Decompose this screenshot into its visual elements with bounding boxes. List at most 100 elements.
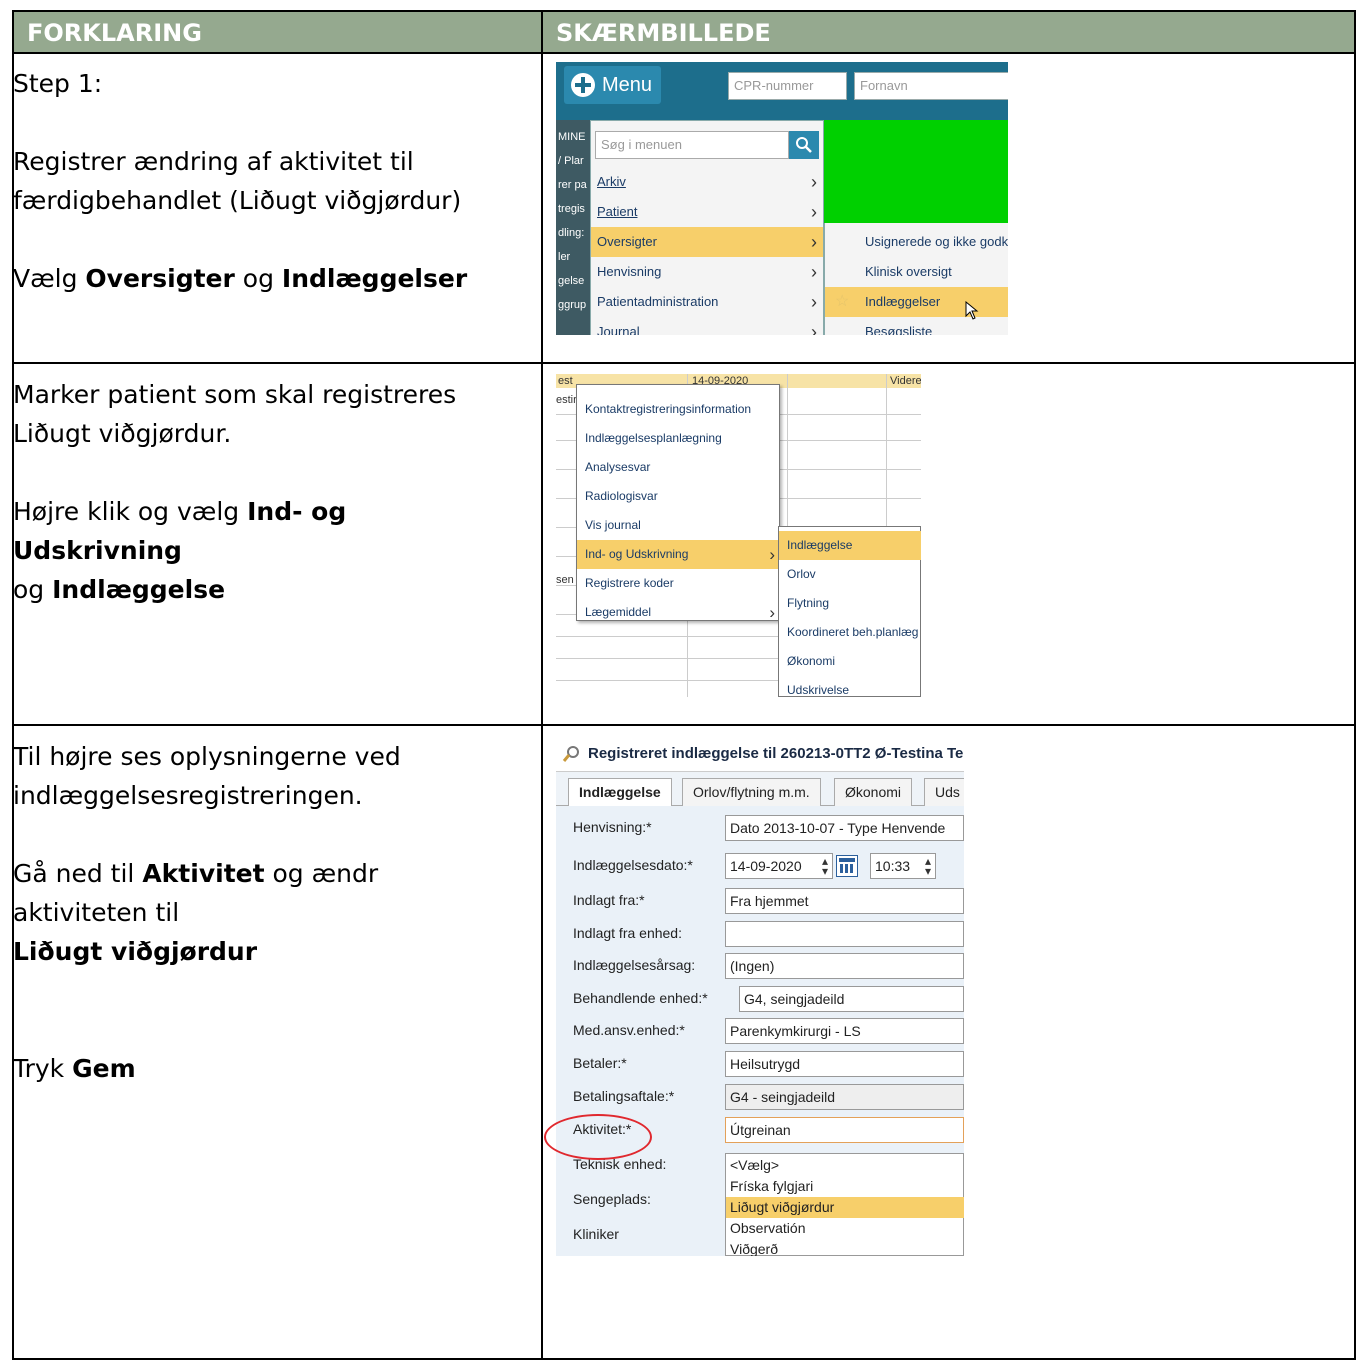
body-text: og ændr [264,859,379,888]
explanation-step-1: Step 1: Registrer ændring af aktivitet ti… [13,64,518,298]
context-menu-item[interactable]: Ind- og Udskrivning › [577,540,779,569]
left-panel-item[interactable]: MINE [556,128,590,146]
submenu-item-label: Klinisk oversigt [865,264,952,279]
chevron-right-icon: › [811,292,817,312]
context-menu-item[interactable]: Registrere koder [577,569,779,598]
submenu-item[interactable]: Koordineret beh.planlæg [779,618,921,647]
field-value: G4 - seingjadeild [730,1089,836,1105]
field-input[interactable]: Fra hjemmet [725,888,964,914]
left-panel-item[interactable]: dling: [556,224,590,242]
submenu-item[interactable]: Klinisk oversigt [825,257,1008,287]
field-value: G4, seingjadeild [744,991,845,1007]
tab-uds[interactable]: Uds [924,778,964,806]
explanation-line [13,971,518,1010]
menu-item-henvisning[interactable]: Henvisning › [591,257,823,287]
context-menu-item-label: Indlæggelsesplanlægning [585,431,722,445]
explanation-step-2: Marker patient som skal registreres Liðug… [13,375,518,609]
activity-option[interactable]: Fríska fylgjari [726,1176,964,1197]
context-menu-item-label: Kontaktregistreringsinformation [585,402,752,416]
context-menu-item[interactable]: Analysesvar [577,453,779,482]
field-input[interactable]: 14-09-2020 ▴ ▾ [725,853,833,879]
body-text: Step 1: [13,69,103,98]
body-text: færdigbehandlet (Liðugt viðgjørdur) [13,186,462,215]
spinner-icon[interactable]: ▴ ▾ [822,855,828,877]
menu-item-patientadministration[interactable]: Patientadministration › [591,287,823,317]
field-label: Sengeplads: [573,1191,651,1207]
field-input[interactable]: Dato 2013-10-07 - Type Henvende [725,815,964,841]
activity-dropdown-list[interactable]: <Vælg> Fríska fylgjari Liðugt viðgjørdur Ob… [725,1153,964,1256]
spinner-icon[interactable]: ▴ ▾ [925,855,931,877]
activity-option[interactable]: <Vælg> [726,1155,964,1176]
field-input[interactable]: (Ingen) [725,953,964,979]
tab-oekonomi[interactable]: Økonomi [834,778,913,806]
divider [14,52,1354,54]
menu-search-input[interactable]: Søg i menuen [595,131,789,159]
context-menu: Kontaktregistreringsinformation Indlæggel… [576,384,780,622]
submenu-item[interactable]: Økonomi [779,647,921,676]
explanation-line [13,815,518,854]
explanation-step-3: Til højre ses oplysningerne ved indlæggel… [13,737,518,1088]
context-menu-item[interactable]: Radiologisvar [577,482,779,511]
menu-item-arkiv[interactable]: Arkiv › [591,167,823,197]
submenu-item-label: Usignerede og ikke godk [865,234,1008,249]
search-button[interactable] [789,131,819,159]
context-menu-item-label: Vis journal [585,518,641,532]
left-panel-item[interactable]: gelse [556,272,590,290]
body-text: Liðugt viðgjørdur. [13,419,232,448]
tab-orlov-flytning[interactable]: Orlov/flytning m.m. [682,778,821,806]
explanation-line: Højre klik og vælg Ind- og Udskrivning [13,492,518,570]
form-body: Henvisning:* Dato 2013-10-07 - Type Henve… [556,806,964,1256]
field-label: Indlagt fra:* [573,892,645,908]
body-text: Gå ned til [13,859,143,888]
menu-item-label: Patientadministration [597,294,719,309]
left-panel-item[interactable]: / Plar [556,152,590,170]
left-panel-item[interactable]: ler [556,248,590,266]
menu-item-journal[interactable]: Journal › [591,317,823,335]
tab-indlaeggelse[interactable]: Indlæggelse [568,778,672,806]
left-panel-item[interactable]: rer pa [556,176,590,194]
field-input[interactable]: Útgreinan [725,1117,964,1143]
chevron-right-icon: › [811,232,817,252]
chevron-right-icon: › [811,172,817,192]
window-title-text: Registreret indlæggelse til 260213-0TT2 … [588,745,964,762]
left-panel-item[interactable]: tregis [556,200,590,218]
menu-item-label: Henvisning [597,264,662,279]
submenu-item[interactable]: Usignerede og ikke godk [825,227,1008,257]
field-input[interactable]: Parenkymkirurgi - LS [725,1018,964,1044]
field-input[interactable]: G4 - seingjadeild [725,1084,964,1110]
left-panel-item[interactable]: ggrup [556,296,590,314]
context-menu-item[interactable]: Kontaktregistreringsinformation [577,395,779,424]
submenu-item[interactable]: Udskrivelse [779,676,921,697]
submenu-item[interactable]: Indlæggelse [779,531,921,560]
context-menu-item[interactable]: Lægemiddel › [577,598,779,627]
menu-item-patient[interactable]: Patient › [591,197,823,227]
context-menu-item[interactable]: Indlæggelsesplanlægning [577,424,779,453]
submenu-ind-udskrivning: Indlæggelse Orlov Flytning Koordineret beh.… [778,526,921,697]
submenu-item[interactable]: Orlov [779,560,921,589]
field-input[interactable] [725,921,964,947]
activity-option[interactable]: Liðugt viðgjørdur [726,1197,964,1218]
emphasis-text: Gem [72,1054,136,1083]
calendar-icon[interactable] [836,855,858,877]
field-input[interactable]: G4, seingjadeild [739,986,964,1012]
context-menu-item-label: Lægemiddel [585,605,652,619]
context-menu-item[interactable]: Vis journal [577,511,779,540]
body-text: og [234,264,282,293]
field-value: Heilsutrygd [730,1056,801,1072]
window-title: Registreret indlæggelse til 260213-0TT2 … [556,736,964,772]
fornavn-input[interactable]: Fornavn [854,72,1008,100]
emphasis-text: Indlæggelser [281,264,468,293]
star-icon[interactable]: ☆ [835,287,849,317]
activity-option[interactable]: Viðgerð [726,1239,964,1256]
explanation-line: Gå ned til Aktivitet og ændr [13,854,518,893]
cpr-input[interactable]: CPR-nummer [728,72,847,100]
activity-option[interactable]: Observatión [726,1218,964,1239]
mouse-cursor-icon [965,301,979,320]
menu-item-oversigter[interactable]: Oversigter › [591,227,823,257]
submenu-item[interactable]: Flytning [779,589,921,618]
menu-button[interactable]: Menu [564,66,661,104]
body-text: Vælg [13,264,86,293]
field-input[interactable]: Heilsutrygd [725,1051,964,1077]
field-label: Behandlende enhed:* [573,990,708,1006]
time-input[interactable]: 10:33 ▴ ▾ [870,853,936,879]
